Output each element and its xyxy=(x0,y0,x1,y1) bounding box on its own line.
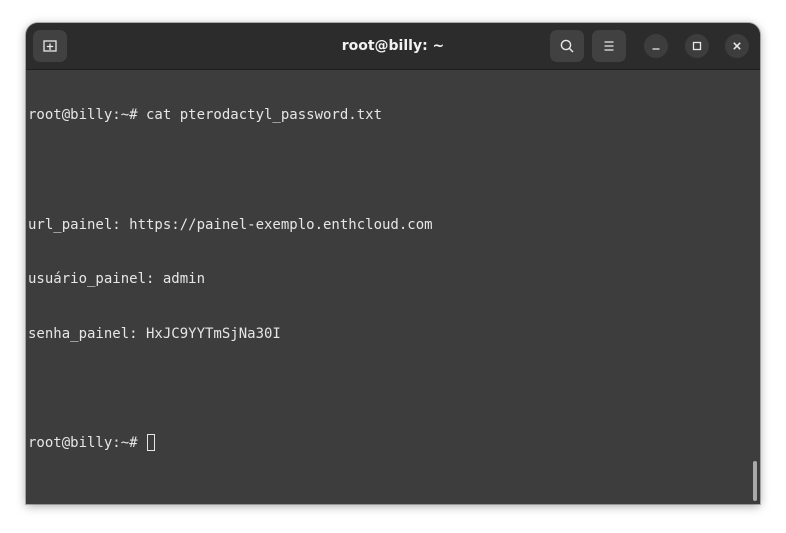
new-tab-icon xyxy=(43,40,57,52)
close-button[interactable] xyxy=(725,34,749,58)
terminal-output[interactable]: root@billy:~# cat pterodactyl_password.t… xyxy=(28,70,748,504)
terminal-line: root@billy:~# cat pterodactyl_password.t… xyxy=(28,107,383,124)
hamburger-menu-icon xyxy=(604,41,614,51)
minimize-button[interactable] xyxy=(644,34,668,58)
terminal-window: root@billy: ~ root@billy:~# cat pterodac… xyxy=(26,23,760,504)
prompt-text: root@billy:~# xyxy=(28,434,147,451)
minimize-icon xyxy=(652,48,660,50)
search-icon xyxy=(560,39,574,53)
new-tab-button[interactable] xyxy=(33,30,67,62)
scrollbar-thumb[interactable] xyxy=(753,461,757,501)
terminal-line: url_painel: https://painel-exemplo.enthc… xyxy=(28,216,433,233)
terminal-line: usuário_painel: admin xyxy=(28,271,206,288)
search-button[interactable] xyxy=(550,30,584,62)
prompt-line[interactable]: root@billy:~# xyxy=(28,433,748,452)
menu-button[interactable] xyxy=(592,30,626,62)
close-icon xyxy=(733,42,741,50)
text-cursor xyxy=(147,433,156,451)
maximize-button[interactable] xyxy=(685,34,709,58)
terminal-line: senha_painel: HxJC9YYTmSjNa30I xyxy=(28,325,281,342)
title-bar[interactable]: root@billy: ~ xyxy=(26,23,760,70)
maximize-icon xyxy=(692,41,702,51)
